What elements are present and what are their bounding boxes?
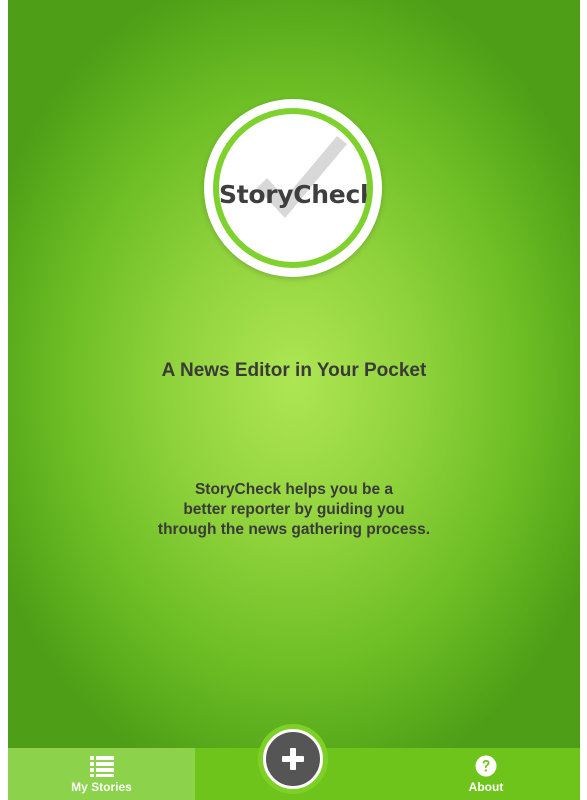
app-screen: StoryCheck A News Editor in Your Pocket … (8, 0, 580, 800)
tab-about-label: About (468, 780, 504, 794)
hero-background: StoryCheck A News Editor in Your Pocket … (8, 0, 580, 748)
logo-face: StoryCheck (219, 114, 367, 262)
question-circle-icon (475, 755, 497, 777)
tab-about[interactable]: About (392, 748, 580, 800)
tab-my-stories[interactable]: My Stories (8, 748, 195, 800)
logo-green-ring: StoryCheck (213, 108, 373, 268)
logo-text: StoryCheck (219, 180, 367, 209)
tagline: A News Editor in Your Pocket (161, 360, 427, 381)
add-story-button[interactable] (263, 729, 323, 789)
description-line: better reporter by guiding you (183, 501, 405, 518)
plus-icon (282, 748, 304, 770)
app-logo: StoryCheck (204, 99, 382, 277)
tab-my-stories-label: My Stories (71, 780, 132, 794)
list-icon (89, 756, 114, 777)
app-description: StoryCheck helps you be a better reporte… (134, 480, 454, 540)
description-line: StoryCheck helps you be a (194, 481, 394, 498)
add-story-button-ring (258, 724, 328, 794)
description-line: through the news gathering process. (157, 521, 431, 538)
